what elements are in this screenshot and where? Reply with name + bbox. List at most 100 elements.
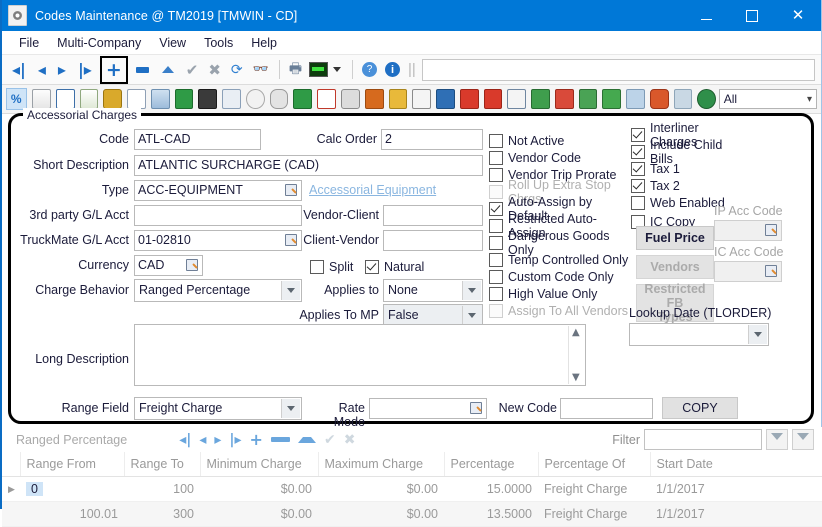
charge-behavior-select[interactable]: Ranged Percentage (134, 279, 302, 302)
cell-start-date[interactable]: 1/1/2017 (650, 502, 822, 527)
search-icon[interactable] (469, 401, 483, 415)
cell-percentage[interactable]: 15.0000 (444, 477, 538, 502)
grid-red2-icon[interactable] (484, 89, 503, 109)
scope-filter-select[interactable]: All ▾ (719, 89, 817, 109)
cell-range-to[interactable]: 300 (124, 502, 200, 527)
column-range-to[interactable]: Range To (124, 452, 200, 477)
cell-min-charge[interactable]: $0.00 (200, 477, 318, 502)
cell-percentage[interactable]: 13.5000 (444, 502, 538, 527)
grid-add-icon[interactable]: + (246, 430, 267, 449)
calc-order-input[interactable]: 2 (381, 129, 483, 150)
menu-item-view[interactable]: View (150, 34, 195, 52)
rate-mode-input[interactable] (369, 398, 487, 419)
printer-color-icon[interactable] (365, 89, 384, 109)
checkbox-custom-code-only[interactable]: Custom Code Only (489, 268, 629, 285)
new-code-input[interactable] (560, 398, 653, 419)
scroll-down-icon[interactable]: ▼ (572, 372, 580, 383)
cell-max-charge[interactable]: $0.00 (318, 502, 444, 527)
checkbox-tax-2[interactable]: Tax 2 (631, 177, 741, 194)
table-row[interactable]: 100.01 300 $0.00 $0.00 13.5000 Freight C… (2, 502, 822, 527)
cell-percentage-of[interactable]: Freight Charge (538, 477, 650, 502)
copy-button[interactable]: COPY (662, 397, 738, 419)
client-vendor-input[interactable] (383, 230, 483, 251)
next-record-icon[interactable]: ▸ (52, 62, 72, 78)
cell-range-from[interactable]: 0 (20, 477, 124, 502)
column-range-from[interactable]: Range From (20, 452, 124, 477)
long-description-textarea[interactable]: ▲ ▼ (134, 324, 586, 386)
toolbar-text-field[interactable] (422, 59, 815, 81)
camera-icon[interactable] (341, 89, 360, 109)
folder-check-icon[interactable] (389, 89, 408, 109)
add-record-button[interactable]: + (100, 56, 128, 84)
copy-check-icon[interactable] (127, 89, 146, 109)
currency-input[interactable]: CAD (134, 255, 203, 276)
info-icon[interactable]: i (385, 62, 400, 77)
checkbox-vendor-code[interactable]: Vendor Code (489, 149, 629, 166)
grid-last-icon[interactable]: |▸ (225, 432, 245, 448)
list-icon[interactable] (32, 89, 51, 109)
screen-icon[interactable] (309, 62, 328, 77)
checklist-icon[interactable] (56, 89, 75, 109)
menu-item-tools[interactable]: Tools (195, 34, 242, 52)
cell-min-charge[interactable]: $0.00 (200, 502, 318, 527)
search-icon[interactable] (185, 258, 199, 272)
delete-record-icon[interactable] (136, 67, 149, 73)
percent-icon[interactable]: % (6, 88, 27, 110)
natural-checkbox[interactable]: Natural (365, 258, 424, 275)
cell-max-charge[interactable]: $0.00 (318, 477, 444, 502)
mail-check-icon[interactable] (222, 89, 241, 109)
chevron-down-icon[interactable] (281, 399, 300, 418)
checkbox-high-value-only[interactable]: High Value Only (489, 285, 629, 302)
previous-record-icon[interactable]: ◂ (32, 62, 52, 78)
snowflake-icon[interactable] (674, 89, 693, 109)
recycle-icon[interactable] (531, 89, 550, 109)
lookup-date-select[interactable] (629, 323, 769, 346)
network-icon[interactable] (293, 89, 312, 109)
refresh-icon[interactable]: ⟳ (231, 62, 243, 78)
column-maximum-charge[interactable]: Maximum Charge (318, 452, 444, 477)
scroll-up-icon[interactable]: ▲ (572, 327, 580, 338)
filter-input[interactable] (644, 429, 762, 450)
help-icon[interactable]: ? (362, 62, 377, 77)
close-button[interactable]: ✕ (775, 0, 821, 31)
range-field-select[interactable]: Freight Charge (134, 397, 302, 420)
first-record-icon[interactable]: ◂| (6, 62, 32, 78)
split-checkbox[interactable]: Split (310, 258, 353, 275)
cell-range-from[interactable]: 100.01 (20, 502, 124, 527)
glasses-icon[interactable]: 👓 (253, 62, 269, 77)
cell-range-to[interactable]: 100 (124, 477, 200, 502)
code-input[interactable]: ATL-CAD (134, 129, 261, 150)
grid-delete-icon[interactable] (271, 437, 290, 442)
search-icon[interactable] (284, 183, 298, 197)
vendor-client-input[interactable] (383, 205, 483, 226)
short-description-input[interactable]: ATLANTIC SURCHARGE (CAD) (134, 155, 483, 176)
globe-pin-icon[interactable] (697, 89, 716, 109)
truckmate-gl-input[interactable]: 01-02810 (134, 230, 302, 251)
cell-percentage-of[interactable]: Freight Charge (538, 502, 650, 527)
type-input[interactable]: ACC-EQUIPMENT (134, 180, 302, 201)
phone-icon[interactable] (270, 89, 289, 109)
apply-filter-icon[interactable] (766, 429, 788, 450)
column-percentage-of[interactable]: Percentage Of (538, 452, 650, 477)
table-row[interactable]: ▶ 0 100 $0.00 $0.00 15.0000 Freight Char… (2, 477, 822, 502)
maximize-button[interactable] (729, 0, 775, 31)
driver-icon[interactable] (198, 89, 217, 109)
cell-start-date[interactable]: 1/1/2017 (650, 477, 822, 502)
third-party-gl-input[interactable] (134, 205, 302, 226)
menu-item-multi-company[interactable]: Multi-Company (48, 34, 150, 52)
column-minimum-charge[interactable]: Minimum Charge (200, 452, 318, 477)
column-percentage[interactable]: Percentage (444, 452, 538, 477)
post-record-icon[interactable] (162, 66, 174, 73)
clear-filter-icon[interactable] (792, 429, 814, 450)
print-icon[interactable]: 🖶 (289, 58, 302, 82)
search-icon[interactable] (284, 233, 298, 247)
minimize-button[interactable] (683, 0, 729, 31)
flag-blue-icon[interactable] (436, 89, 455, 109)
car-icon[interactable] (650, 89, 669, 109)
applies-to-select[interactable]: None (383, 279, 483, 302)
doc-info-icon[interactable] (507, 89, 526, 109)
grid-red-icon[interactable] (460, 89, 479, 109)
card-icon[interactable] (175, 89, 194, 109)
tree-icon[interactable] (579, 89, 598, 109)
last-record-icon[interactable]: |▸ (72, 62, 98, 78)
